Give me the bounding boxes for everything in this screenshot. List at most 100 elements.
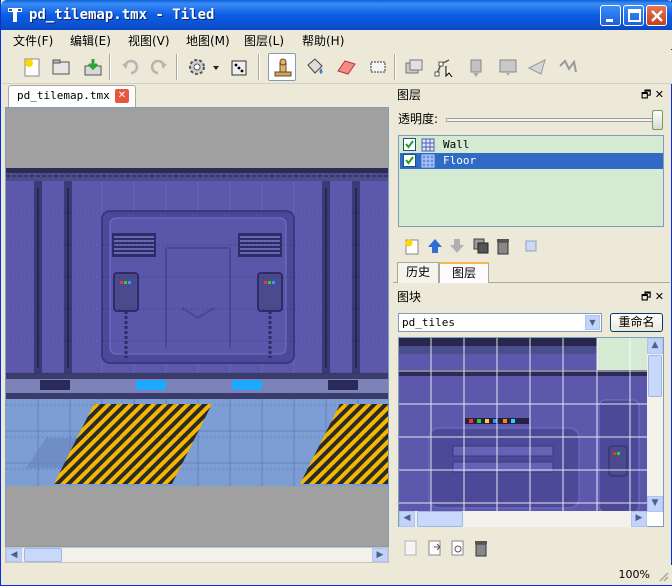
redo-button[interactable] [145,53,173,81]
delete-layer-button[interactable] [493,236,513,256]
tileset-dock-title[interactable]: 图块 🗗 ✕ [393,287,670,305]
layer-visibility-checkbox[interactable] [403,154,416,167]
insert-image-button[interactable] [494,53,522,81]
tileset-dropdown[interactable]: pd_tiles ▼ [398,313,602,332]
scroll-right-icon[interactable]: ▶ [372,548,388,562]
lower-layer-button[interactable] [447,236,467,256]
menu-bar: 文件(F) 编辑(E) 视图(V) 地图(M) 图层(L) 帮助(H) [2,30,672,49]
tileset-view[interactable] [398,337,664,527]
check-icon [405,140,414,149]
map-horizontal-scrollbar[interactable]: ◀ ▶ [5,547,389,563]
tab-close-icon[interactable]: ✕ [115,89,129,103]
scroll-thumb[interactable] [417,511,463,527]
properties-icon [525,240,537,252]
edit-polygons-button[interactable] [430,53,458,81]
undo-button[interactable] [116,53,144,81]
main-toolbar [2,50,672,84]
float-icon[interactable]: 🗗 [641,88,651,101]
insert-rectangle-button[interactable] [462,53,490,81]
menu-layer[interactable]: 图层(L) [244,32,284,49]
stamp-brush-button[interactable] [268,53,296,81]
document-tab-label: pd_tilemap.tmx [17,89,110,102]
menu-help[interactable]: 帮助(H) [302,32,344,49]
tab-layers[interactable]: 图层 [439,262,489,283]
tileset-properties-button[interactable] [448,538,468,558]
map-canvas[interactable] [5,107,389,547]
layer-name: Wall [443,138,470,151]
insert-polyline-icon [559,59,577,73]
rectangle-select-button[interactable] [364,53,392,81]
menu-edit[interactable]: 编辑(E) [70,32,111,49]
layer-visibility-checkbox[interactable] [403,138,416,151]
chevron-down-icon[interactable]: ▼ [585,315,600,330]
scroll-thumb[interactable] [648,355,662,397]
new-button[interactable] [18,53,46,81]
import-icon [428,540,441,556]
rectangle-select-icon [370,61,386,73]
import-tileset-button[interactable] [425,538,445,558]
tileset-vertical-scrollbar[interactable]: ▲ ▼ [647,338,663,512]
scroll-right-icon[interactable]: ▶ [631,511,647,527]
settings-button[interactable] [183,53,223,81]
insert-image-icon [499,59,517,76]
close-icon [651,10,663,22]
scroll-up-icon[interactable]: ▲ [647,338,663,354]
eraser-button[interactable] [332,53,360,81]
dock-close-icon[interactable]: ✕ [655,88,664,101]
properties-icon [451,540,464,556]
check-icon [405,156,414,165]
save-button[interactable] [79,53,107,81]
scroll-down-icon[interactable]: ▼ [647,496,663,512]
menu-file[interactable]: 文件(F) [13,32,53,49]
add-layer-button[interactable] [403,236,423,256]
trash-icon [475,541,487,557]
insert-rectangle-icon [470,59,482,77]
duplicate-layer-button[interactable] [471,236,491,256]
scroll-left-icon[interactable]: ◀ [399,511,415,527]
minimize-icon [606,19,613,22]
settings-icon [189,59,219,75]
bucket-fill-button[interactable] [300,53,328,81]
layers-dock-title[interactable]: 图层 🗗 ✕ [393,85,670,103]
bucket-fill-icon [307,58,323,74]
tileset-horizontal-scrollbar[interactable]: ◀ ▶ [399,511,647,527]
tilemap-render [6,108,388,546]
menu-view[interactable]: 视图(V) [128,32,170,49]
insert-polygon-button[interactable] [524,53,552,81]
layer-row-floor[interactable]: Floor [400,153,663,169]
float-icon[interactable]: 🗗 [641,290,651,303]
menu-map[interactable]: 地图(M) [186,32,230,49]
insert-polyline-button[interactable] [554,53,582,81]
edit-polygons-icon [434,59,453,78]
random-button[interactable] [225,53,253,81]
scroll-thumb[interactable] [24,548,62,562]
scroll-left-icon[interactable]: ◀ [6,548,22,562]
new-tileset-button[interactable] [401,538,421,558]
layer-properties-button[interactable] [521,236,541,256]
open-button[interactable] [47,53,75,81]
close-button[interactable] [646,5,667,26]
rename-tileset-button[interactable]: 重命名 [610,313,663,332]
maximize-button[interactable] [623,5,644,26]
layer-row-wall[interactable]: Wall [400,137,663,153]
dock-close-icon[interactable]: ✕ [655,290,664,303]
remove-tileset-button[interactable] [471,538,491,558]
tile-layer-icon [421,154,435,168]
raise-layer-button[interactable] [425,236,445,256]
select-objects-button[interactable] [400,53,428,81]
document-tab[interactable]: pd_tilemap.tmx ✕ [8,85,136,107]
insert-polygon-icon [527,59,546,75]
opacity-label: 透明度: [398,112,439,126]
window-title: pd_tilemap.tmx - Tiled [29,7,215,23]
minimize-button[interactable] [600,5,621,26]
tab-history[interactable]: 历史 [397,262,439,283]
title-bar[interactable]: pd_tilemap.tmx - Tiled [1,0,672,30]
layers-dock-label: 图层 [397,88,422,102]
opacity-slider-track[interactable] [446,118,658,122]
resize-grip-icon[interactable] [657,570,669,582]
eraser-icon [337,60,356,75]
open-icon [52,59,70,75]
zoom-level: 100% [618,568,650,581]
tiled-app-icon [8,8,22,22]
opacity-slider-thumb[interactable] [652,110,663,130]
